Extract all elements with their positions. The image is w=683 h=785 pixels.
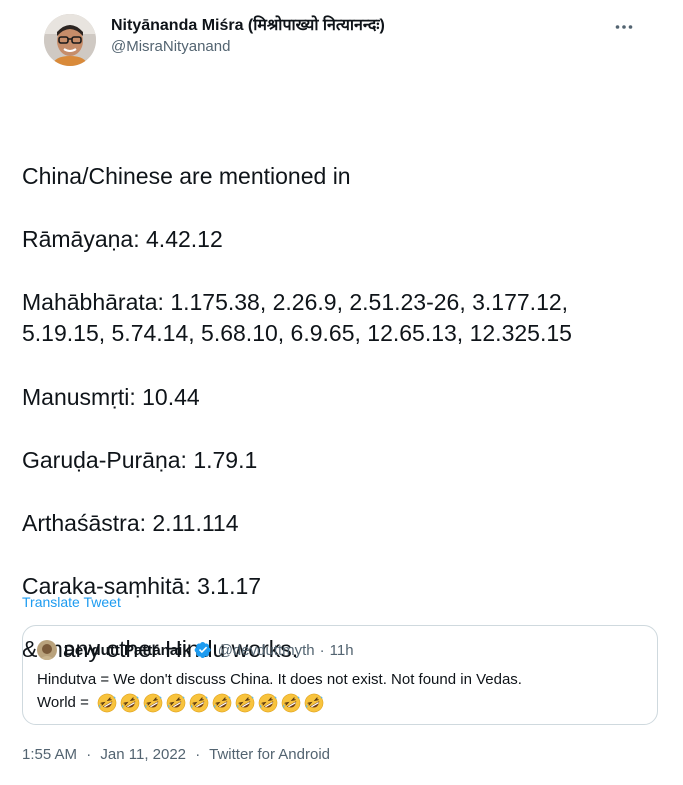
rolling-on-floor-laughing-icon bbox=[258, 693, 278, 713]
rolling-on-floor-laughing-icon bbox=[166, 693, 186, 713]
author-block: Nityānanda Miśra (मिश्रोपाख्यो नित्यानन्… bbox=[111, 16, 385, 57]
tweet-line: Rāmāyaṇa: 4.42.12 bbox=[22, 226, 223, 252]
rolling-on-floor-laughing-icon bbox=[304, 693, 324, 713]
rolling-on-floor-laughing-icon bbox=[189, 693, 209, 713]
author-avatar[interactable] bbox=[44, 14, 96, 66]
author-display-name[interactable]: Nityānanda Miśra (मिश्रोपाख्यो नित्यानन्… bbox=[111, 16, 385, 36]
quoted-tweet-text: Hindutva = We don't discuss China. It do… bbox=[37, 668, 643, 714]
tweet-line: Mahābhārata: 1.175.38, 2.26.9, 2.51.23-2… bbox=[22, 289, 569, 315]
rolling-on-floor-laughing-icon bbox=[120, 693, 140, 713]
tweet-header: Nityānanda Miśra (मिश्रोपाख्यो नित्यानन्… bbox=[22, 0, 661, 74]
verified-badge-icon bbox=[194, 641, 211, 659]
quoted-author-avatar bbox=[37, 640, 57, 660]
quoted-tweet-header: Devdutt Pattanaik @devduttmyth · 11h bbox=[37, 639, 643, 661]
quoted-display-name: Devdutt Pattanaik bbox=[64, 641, 191, 659]
author-handle[interactable]: @MisraNityanand bbox=[111, 37, 385, 57]
tweet-card: Nityānanda Miśra (मिश्रोपाख्यो नित्यानन्… bbox=[0, 0, 683, 785]
tweet-line: Manusmṛti: 10.44 bbox=[22, 384, 200, 410]
tweet-line: Garuḍa-Purāṇa: 1.79.1 bbox=[22, 447, 258, 473]
rolling-on-floor-laughing-icon bbox=[281, 693, 301, 713]
quoted-text-world: World = bbox=[37, 694, 89, 711]
quoted-text-line: Hindutva = We don't discuss China. It do… bbox=[37, 671, 522, 688]
tweet-line: 5.19.15, 5.74.14, 5.68.10, 6.9.65, 12.65… bbox=[22, 320, 572, 346]
rolling-on-floor-laughing-icon bbox=[235, 693, 255, 713]
rolling-on-floor-laughing-icon bbox=[212, 693, 232, 713]
tweet-time[interactable]: 1:55 AM bbox=[22, 746, 77, 763]
meta-separator: · bbox=[195, 746, 201, 763]
profile-photo-icon bbox=[44, 14, 96, 66]
quoted-handle: @devduttmyth bbox=[217, 641, 315, 659]
tweet-date[interactable]: Jan 11, 2022 bbox=[100, 746, 186, 763]
tweet-source[interactable]: Twitter for Android bbox=[209, 746, 330, 763]
quoted-tweet[interactable]: Devdutt Pattanaik @devduttmyth · 11h Hin… bbox=[22, 625, 658, 725]
quoted-avatar-icon bbox=[37, 640, 57, 660]
tweet-line: Arthaśāstra: 2.11.114 bbox=[22, 510, 239, 536]
tweet-metadata: 1:55 AM · Jan 11, 2022 · Twitter for And… bbox=[22, 745, 330, 765]
meta-separator: · bbox=[86, 746, 92, 763]
rolling-on-floor-laughing-icon bbox=[143, 693, 163, 713]
quoted-separator: · bbox=[319, 641, 325, 659]
quoted-time: 11h bbox=[329, 641, 354, 659]
tweet-line: China/Chinese are mentioned in bbox=[22, 163, 351, 189]
rolling-on-floor-laughing-icon bbox=[97, 693, 117, 713]
translate-tweet-link[interactable]: Translate Tweet bbox=[22, 593, 121, 611]
ellipsis-icon bbox=[615, 25, 633, 29]
quoted-text-line-2: World = bbox=[37, 691, 643, 714]
emoji-row bbox=[97, 693, 324, 713]
more-options-button[interactable] bbox=[609, 16, 639, 38]
